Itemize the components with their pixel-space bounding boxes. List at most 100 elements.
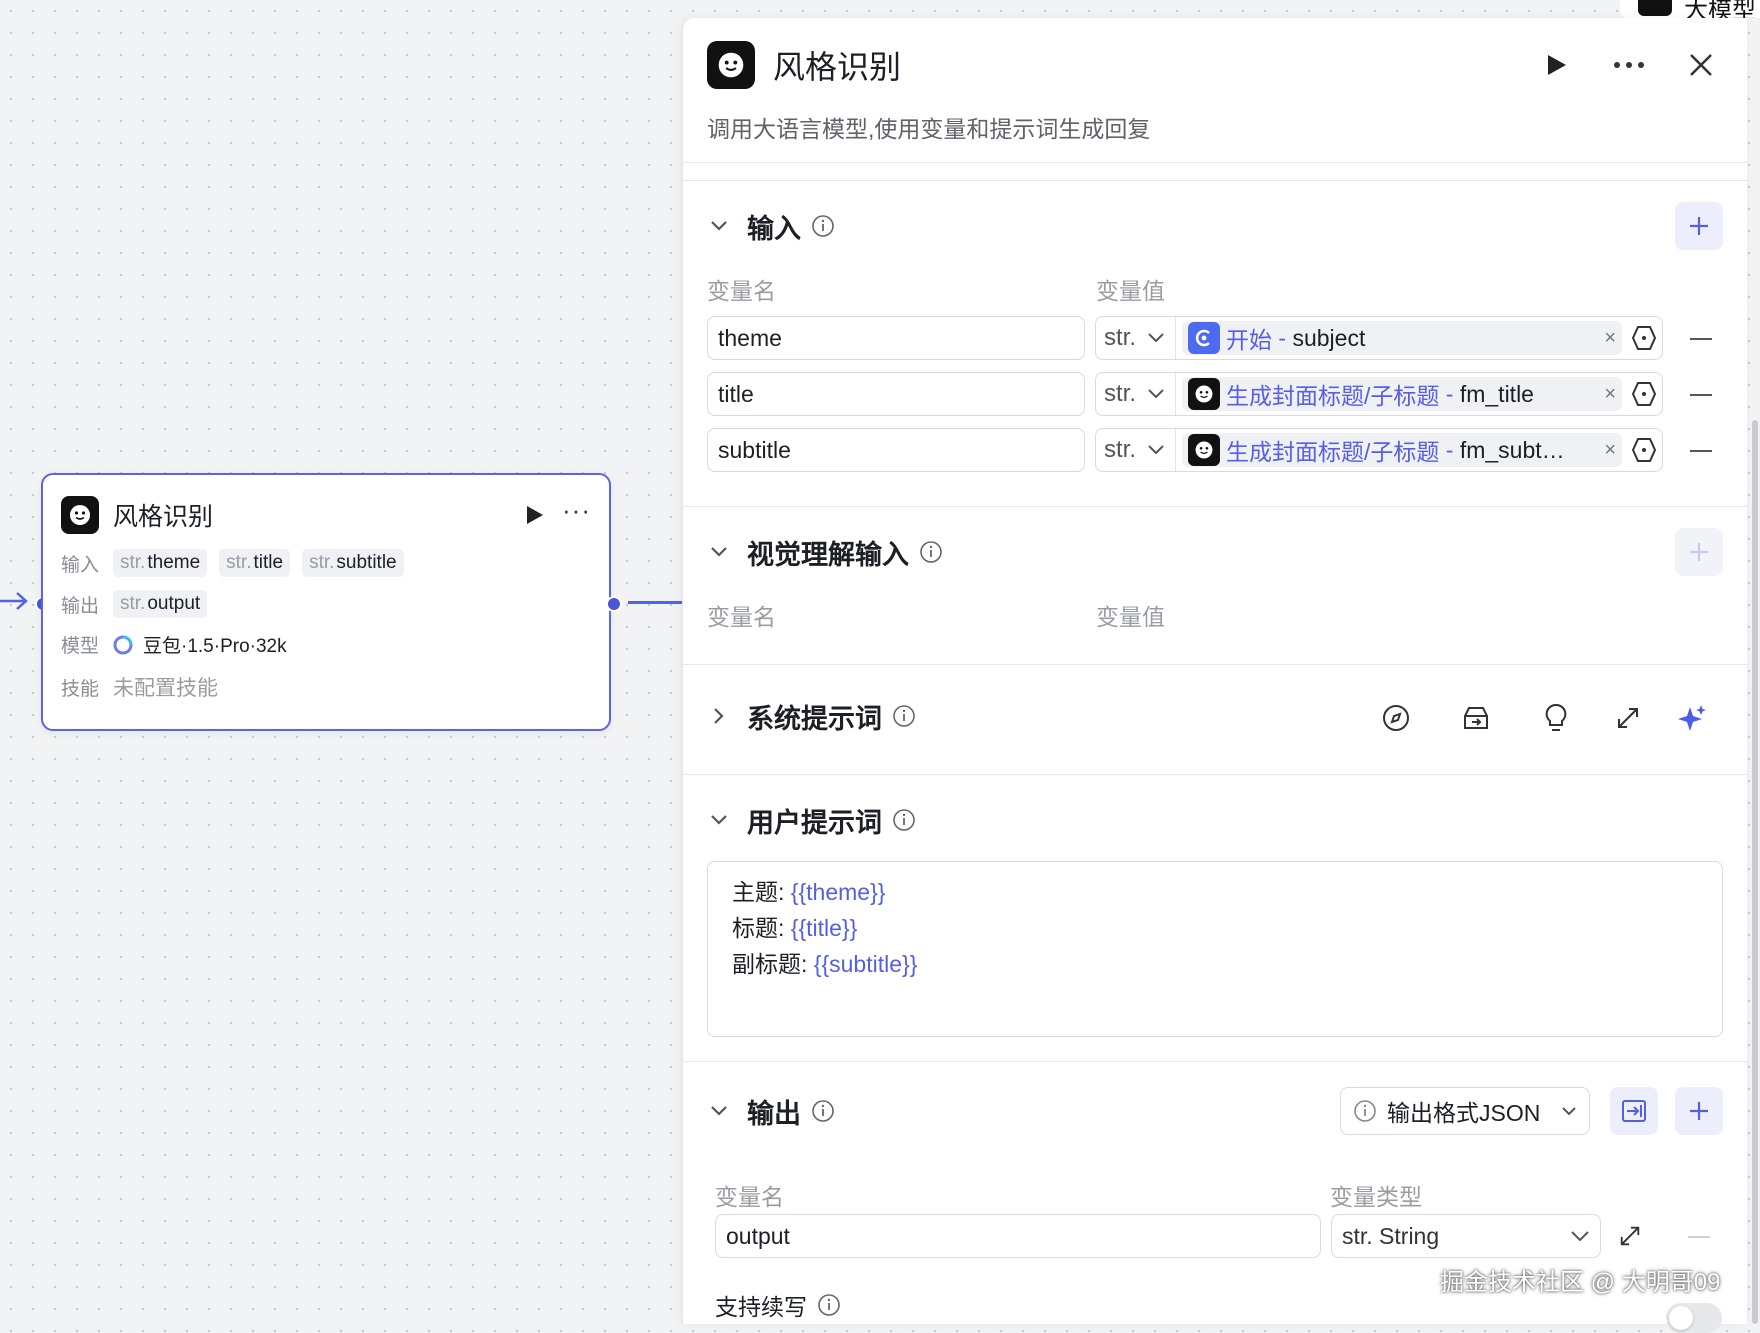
input-var-name-field[interactable]: title [707, 372, 1085, 416]
chevron-right-icon[interactable] [707, 704, 731, 728]
node-output-chip: str. output [113, 590, 208, 618]
panel-title[interactable]: 风格识别 [773, 42, 1507, 88]
expand-icon[interactable] [1611, 701, 1645, 735]
adjacent-node-title: 大模型 [1684, 0, 1756, 18]
close-icon[interactable] [1679, 43, 1723, 87]
node-outputs-row: 输出 str. output [61, 590, 219, 618]
remove-input-button[interactable] [1690, 394, 1712, 396]
variable-reference-tag[interactable]: 生成封面标题/子标题 - fm_subt… × [1182, 433, 1622, 467]
divider [683, 664, 1747, 665]
output-var-name-field[interactable]: output [715, 1214, 1321, 1258]
output-format-label: 输出格式JSON [1387, 1100, 1541, 1126]
type-select[interactable]: str. [1096, 373, 1176, 415]
llm-node-icon [61, 496, 99, 534]
column-label-var-name: 变量名 [707, 604, 776, 630]
remove-input-button[interactable] [1690, 450, 1712, 452]
node-output-port[interactable] [606, 596, 622, 612]
node-inputs-row: 输入 str. theme str. title str. subtitle [61, 549, 416, 577]
variable-picker-icon[interactable] [1626, 429, 1662, 471]
user-prompt-section-title: 用户提示词 [747, 807, 882, 838]
lightbulb-icon[interactable] [1539, 701, 1573, 735]
node-model-value: 豆包·1.5·Pro·32k [143, 636, 287, 657]
expand-icon[interactable] [1613, 1219, 1647, 1253]
clear-reference-icon[interactable]: × [1604, 327, 1616, 350]
chevron-down-icon[interactable] [707, 540, 731, 564]
user-prompt-editor[interactable]: 主题: {{theme}} 标题: {{title}} 副标题: {{subti… [707, 861, 1723, 1037]
prompt-line: 副标题: {{subtitle}} [732, 951, 918, 977]
compass-icon[interactable] [1379, 701, 1413, 735]
chevron-down-icon [1571, 1231, 1589, 1242]
column-label-var-type: 变量类型 [1330, 1184, 1422, 1210]
input-var-value-field[interactable]: str. 开始 - subject × [1095, 316, 1663, 360]
column-label-var-name: 变量名 [715, 1184, 784, 1210]
node-model-row: 模型 豆包·1.5·Pro·32k [61, 631, 287, 658]
output-format-select[interactable]: 输出格式JSON [1340, 1087, 1590, 1135]
node-config-panel: 风格识别 调用大语言模型,使用变量和提示词生成回复 输入 变量名 变量值 the… [682, 18, 1747, 1333]
panel-description: 调用大语言模型,使用变量和提示词生成回复 [707, 116, 1151, 142]
user-prompt-section-header[interactable]: 用户提示词 [707, 798, 1723, 842]
node-model-label: 模型 [61, 636, 100, 657]
prompt-line: 标题: {{title}} [732, 915, 858, 941]
remove-output-button[interactable] [1688, 1236, 1710, 1238]
add-input-button[interactable] [1675, 202, 1723, 250]
divider [683, 180, 1747, 181]
type-select[interactable]: str. [1096, 317, 1176, 359]
info-icon[interactable] [817, 1293, 841, 1317]
input-var-value-field[interactable]: str. 生成封面标题/子标题 - fm_subt… × [1095, 428, 1663, 472]
import-output-button[interactable] [1610, 1087, 1658, 1135]
type-select[interactable]: str. [1096, 429, 1176, 471]
variable-reference-tag[interactable]: 生成封面标题/子标题 - fm_title × [1182, 377, 1622, 411]
remove-input-button[interactable] [1690, 338, 1712, 340]
column-label-var-value: 变量值 [1096, 604, 1165, 630]
more-icon[interactable] [1607, 43, 1651, 87]
llm-node-icon [1638, 0, 1672, 16]
panel-scrollbar[interactable] [1752, 420, 1758, 1324]
info-icon[interactable] [811, 214, 835, 238]
llm-node-icon [1188, 378, 1220, 410]
add-output-button[interactable] [1675, 1087, 1723, 1135]
watermark-text: 掘金技术社区 @ 大明哥09 [1440, 1269, 1721, 1296]
play-icon[interactable] [522, 502, 548, 528]
variable-picker-icon[interactable] [1626, 373, 1662, 415]
variable-picker-icon[interactable] [1626, 317, 1662, 359]
ai-optimize-sparkle-icon[interactable] [1675, 701, 1709, 735]
node-inputs-label: 输入 [61, 554, 100, 576]
output-type-select[interactable]: str. String [1331, 1214, 1601, 1258]
node-input-chip: str. theme [113, 549, 208, 577]
input-var-name-field[interactable]: subtitle [707, 428, 1085, 472]
info-icon[interactable] [919, 540, 943, 564]
input-var-name-field[interactable]: theme [707, 316, 1085, 360]
continue-writing-toggle[interactable] [1666, 1303, 1722, 1333]
chevron-down-icon[interactable] [707, 808, 731, 832]
input-section-header[interactable]: 输入 [707, 202, 1723, 250]
info-icon[interactable] [811, 1099, 835, 1123]
outgoing-connection-line [628, 601, 682, 604]
output-section-title: 输出 [747, 1098, 801, 1129]
chevron-down-icon[interactable] [707, 214, 731, 238]
adjacent-node-peek[interactable]: 大模型 [1620, 0, 1760, 18]
input-section-title: 输入 [747, 213, 801, 244]
info-icon[interactable] [892, 704, 916, 728]
clear-reference-icon[interactable]: × [1604, 439, 1616, 462]
continue-writing-row: 支持续写 [715, 1288, 841, 1322]
prompt-library-icon[interactable] [1459, 701, 1493, 735]
style-recognition-node[interactable]: 风格识别 ··· 输入 str. theme str. title str. subt… [41, 473, 611, 731]
divider [683, 506, 1747, 507]
chevron-down-icon[interactable] [707, 1099, 731, 1123]
incoming-connection-arrow [0, 592, 28, 610]
node-outputs-label: 输出 [61, 595, 100, 617]
node-input-chip: str. subtitle [302, 549, 404, 577]
prompt-line: 主题: {{theme}} [732, 879, 886, 905]
info-icon[interactable] [892, 808, 916, 832]
divider [683, 162, 1747, 163]
run-node-button[interactable] [1535, 43, 1579, 87]
continue-writing-label: 支持续写 [715, 1294, 807, 1320]
clear-reference-icon[interactable]: × [1604, 383, 1616, 406]
input-var-value-field[interactable]: str. 生成封面标题/子标题 - fm_title × [1095, 372, 1663, 416]
vision-input-section-header[interactable]: 视觉理解输入 [707, 528, 1723, 576]
chevron-down-icon [1148, 389, 1164, 399]
variable-reference-tag[interactable]: 开始 - subject × [1182, 321, 1622, 355]
add-vision-input-button[interactable] [1675, 528, 1723, 576]
divider [683, 1061, 1747, 1062]
more-icon[interactable]: ··· [562, 497, 591, 525]
